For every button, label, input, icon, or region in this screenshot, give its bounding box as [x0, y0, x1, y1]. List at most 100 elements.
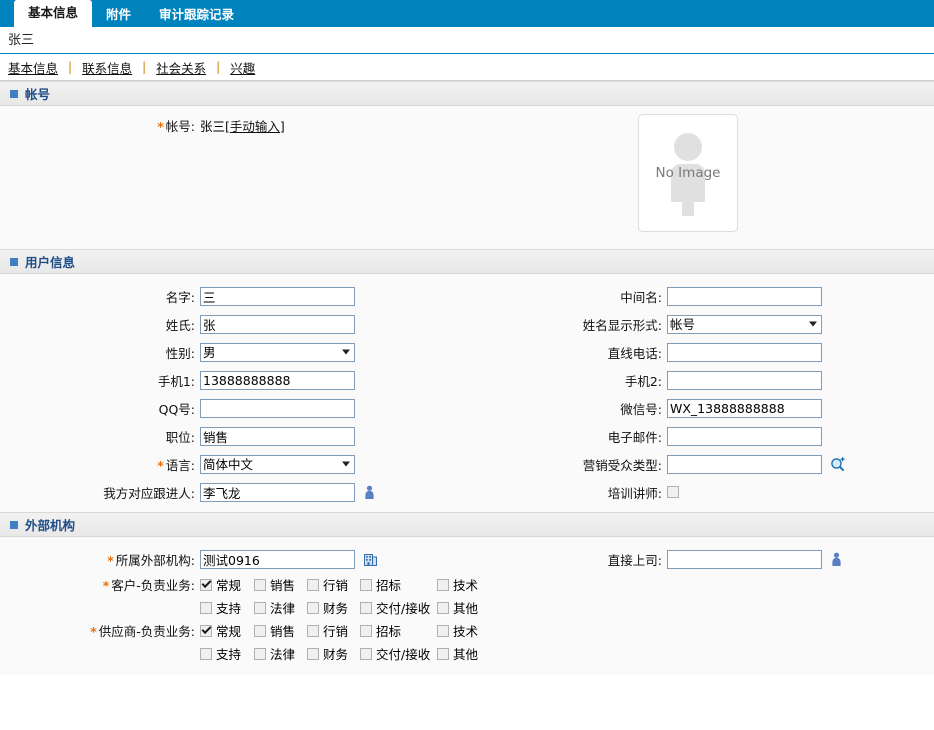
customer-duty-technical[interactable]: 技术: [437, 575, 478, 594]
external-org-label: * 所属外部机构:: [0, 550, 200, 569]
checkbox-label: 其他: [453, 647, 479, 662]
customer-duty-sales[interactable]: 销售: [254, 575, 307, 594]
customer-duty-row-1: * 客户-负责业务: 常规 销售 行销 招标 技术: [0, 573, 934, 596]
middle-name-input[interactable]: [667, 286, 822, 306]
supplier-duty-other[interactable]: 其他: [437, 644, 478, 663]
avatar-placeholder[interactable]: No Image: [638, 114, 738, 232]
person-picker-icon[interactable]: [830, 552, 843, 567]
account-label-text: 帐号:: [165, 118, 195, 134]
email-input[interactable]: [667, 426, 822, 446]
field-external-org: * 所属外部机构:: [0, 549, 467, 569]
tab-basic-info[interactable]: 基本信息: [14, 0, 93, 27]
record-title: 张三: [0, 27, 934, 54]
supplier-duty-legal[interactable]: 法律: [254, 644, 307, 663]
customer-duty-support[interactable]: 支持: [200, 598, 254, 617]
name-display-format-select[interactable]: 帐号: [667, 314, 822, 334]
marketing-audience-type-input[interactable]: [667, 454, 822, 474]
qq-input[interactable]: [200, 398, 355, 418]
field-middle-name: 中间名:: [467, 286, 934, 306]
field-qq: QQ号:: [0, 398, 467, 418]
direct-phone-input[interactable]: [667, 342, 822, 362]
field-wechat: 微信号:: [467, 398, 934, 418]
checkbox-icon[interactable]: [437, 624, 449, 637]
our-follow-up-person-input[interactable]: [200, 482, 355, 502]
checkbox-icon[interactable]: [437, 647, 449, 660]
checkbox-icon[interactable]: [437, 578, 449, 591]
checkbox-icon[interactable]: [254, 624, 266, 637]
checkbox-icon[interactable]: [200, 578, 212, 591]
checkbox-icon[interactable]: [200, 624, 212, 637]
account-field-row: * 帐号: 张三[手动输入]: [0, 106, 934, 134]
checkbox-icon[interactable]: [200, 601, 212, 614]
tab-attachments[interactable]: 附件: [92, 3, 145, 27]
required-marker: *: [102, 578, 110, 593]
trainer-checkbox[interactable]: [667, 486, 679, 498]
account-value-text: 张三: [200, 118, 226, 134]
last-name-input[interactable]: [200, 314, 355, 334]
supplier-duty-bidding[interactable]: 招标: [360, 621, 437, 640]
building-icon[interactable]: [363, 552, 378, 567]
supplier-duty-finance[interactable]: 财务: [307, 644, 360, 663]
customer-duty-bidding[interactable]: 招标: [360, 575, 437, 594]
language-select[interactable]: 简体中文: [200, 454, 355, 474]
checkbox-label: 技术: [453, 578, 479, 593]
supplier-duty-row-1: * 供应商-负责业务: 常规 销售 行销 招标 技术: [0, 619, 934, 642]
supplier-duty-support[interactable]: 支持: [200, 644, 254, 663]
checkbox-icon[interactable]: [360, 624, 372, 637]
required-marker: *: [90, 624, 97, 639]
supplier-duty-sales[interactable]: 销售: [254, 621, 307, 640]
supplier-duty-technical[interactable]: 技术: [437, 621, 478, 640]
checkbox-icon[interactable]: [307, 578, 319, 591]
customer-duty-marketing[interactable]: 行销: [307, 575, 360, 594]
supplier-duty-general[interactable]: 常规: [200, 621, 254, 640]
wechat-label: 微信号:: [620, 401, 662, 417]
subnav-item-social-relations[interactable]: 社会关系: [150, 58, 212, 77]
direct-supervisor-label: 直接上司:: [607, 552, 662, 568]
checkbox-icon[interactable]: [254, 578, 266, 591]
supplier-duty-label: * 供应商-负责业务:: [0, 621, 200, 640]
subnav-item-basic-info[interactable]: 基本信息: [2, 58, 64, 77]
chevron-down-icon: [809, 321, 817, 327]
checkbox-icon[interactable]: [307, 647, 319, 660]
tab-audit-trail[interactable]: 审计跟踪记录: [145, 3, 248, 27]
checkbox-icon[interactable]: [254, 601, 266, 614]
checkbox-icon[interactable]: [437, 601, 449, 614]
customer-duty-other[interactable]: 其他: [437, 598, 478, 617]
checkbox-icon[interactable]: [307, 601, 319, 614]
customer-duty-finance[interactable]: 财务: [307, 598, 360, 617]
checkbox-icon[interactable]: [360, 647, 372, 660]
supplier-duty-marketing[interactable]: 行销: [307, 621, 360, 640]
form-row: 职位: 电子邮件:: [0, 422, 934, 450]
mobile-2-input[interactable]: [667, 370, 822, 390]
mobile-1-input[interactable]: [200, 370, 355, 390]
subnav-item-contact-info[interactable]: 联系信息: [76, 58, 138, 77]
checkbox-icon[interactable]: [307, 624, 319, 637]
checkbox-icon[interactable]: [254, 647, 266, 660]
mobile-2-label: 手机2:: [624, 373, 662, 389]
subnav-item-interests[interactable]: 兴趣: [224, 58, 261, 77]
checkbox-label: 支持: [216, 647, 242, 662]
customer-duty-legal[interactable]: 法律: [254, 598, 307, 617]
supplier-duty-delivery-receiving[interactable]: 交付/接收: [360, 644, 437, 663]
customer-duty-general[interactable]: 常规: [200, 575, 254, 594]
mobile-1-label: 手机1:: [157, 373, 195, 389]
direct-supervisor-input[interactable]: [667, 549, 822, 569]
checkbox-label: 法律: [270, 601, 296, 616]
form-row: 我方对应跟进人: 培训讲师:: [0, 478, 934, 506]
person-picker-icon[interactable]: [363, 485, 376, 500]
checkbox-icon[interactable]: [200, 647, 212, 660]
checkbox-icon[interactable]: [360, 601, 372, 614]
wechat-input[interactable]: [667, 398, 822, 418]
first-name-input[interactable]: [200, 286, 355, 306]
job-title-input[interactable]: [200, 426, 355, 446]
gender-select[interactable]: 男: [200, 342, 355, 362]
search-add-icon[interactable]: [830, 456, 847, 472]
checkbox-label: 招标: [376, 578, 402, 593]
form-row: 性别: 男 直线电话:: [0, 338, 934, 366]
manual-input-link[interactable]: [手动输入]: [225, 119, 285, 134]
checkbox-label: 财务: [323, 601, 349, 616]
checkbox-icon[interactable]: [360, 578, 372, 591]
customer-duty-delivery-receiving[interactable]: 交付/接收: [360, 598, 437, 617]
checkbox-label: 财务: [323, 647, 349, 662]
external-org-input[interactable]: [200, 549, 355, 569]
